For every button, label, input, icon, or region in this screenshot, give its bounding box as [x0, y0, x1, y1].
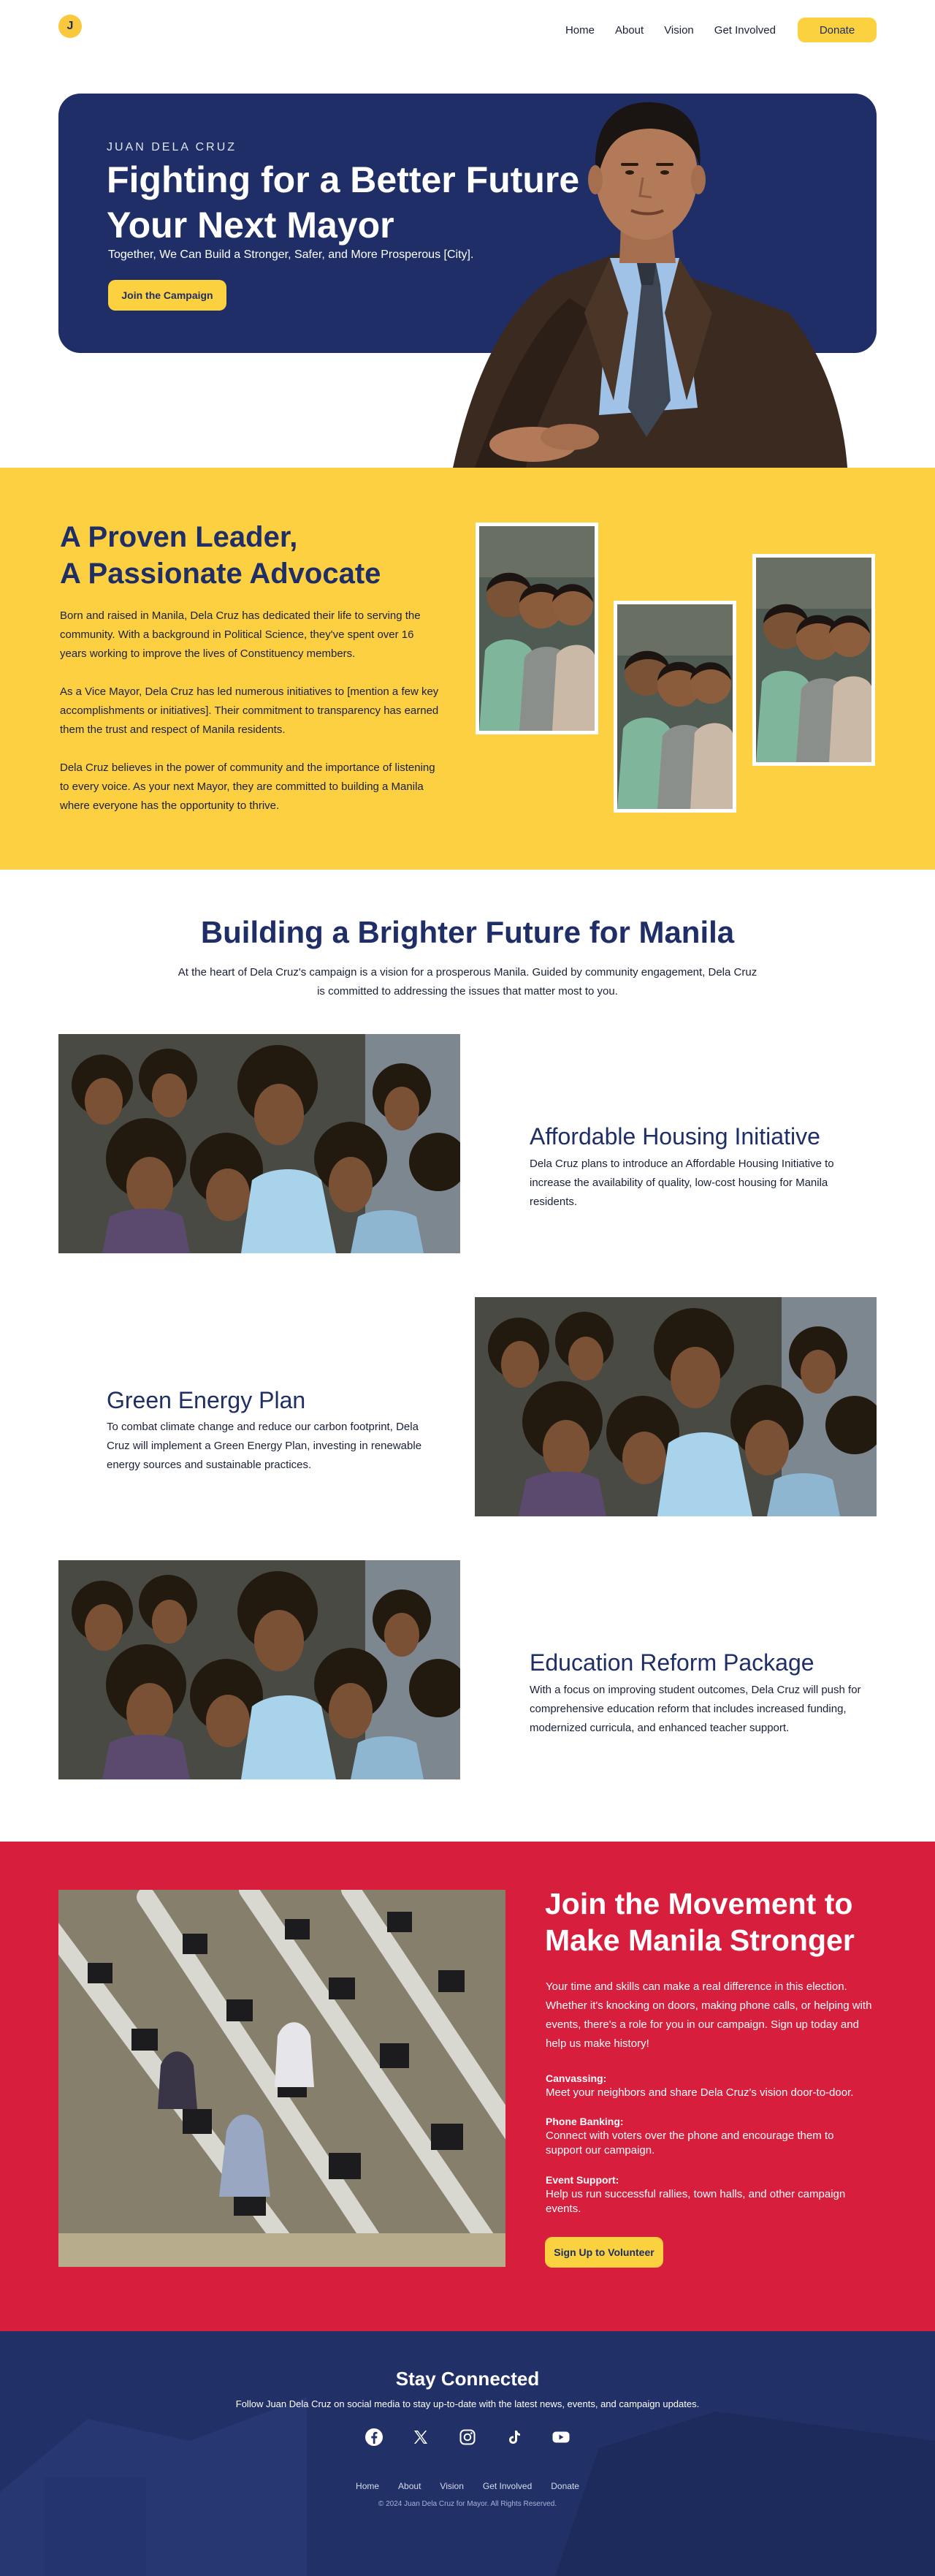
sign-up-volunteer-button[interactable]: Sign Up to Volunteer [545, 2237, 663, 2268]
site-header: J Home About Vision Get Involved Donate [0, 0, 935, 58]
logo[interactable]: J [58, 15, 82, 38]
hero-section: JUAN DELA CRUZ Fighting for a Better Fut… [0, 58, 935, 468]
facebook-icon[interactable] [363, 2426, 385, 2448]
volunteer-intro: Your time and skills can make a real dif… [546, 1980, 872, 2050]
about-title-line2: A Passionate Advocate [60, 558, 381, 590]
tiktok-icon[interactable] [503, 2426, 525, 2448]
footer-link-vision[interactable]: Vision [440, 2481, 463, 2491]
volunteer-role-canvassing: Canvassing: Meet your neighbors and shar… [546, 2071, 867, 2100]
volunteer-role-title: Event Support: [546, 2174, 619, 2186]
volunteer-role-text: Connect with voters over the phone and e… [546, 2129, 834, 2157]
about-photo-1 [476, 523, 598, 734]
x-icon[interactable] [410, 2426, 432, 2448]
volunteer-role-title: Phone Banking: [546, 2116, 624, 2127]
vision-image-housing [58, 1034, 460, 1253]
nav-link-get-involved[interactable]: Get Involved [714, 24, 776, 37]
footer-subtitle: Follow Juan Dela Cruz on social media to… [235, 2398, 700, 2409]
nav-link-about[interactable]: About [615, 24, 644, 37]
site-footer: Stay Connected Follow Juan Dela Cruz on … [0, 2331, 935, 2576]
volunteer-role-phone-banking: Phone Banking: Connect with voters over … [546, 2114, 867, 2158]
about-paragraph: As a Vice Mayor, Dela Cruz has led numer… [60, 685, 439, 736]
volunteer-role-event-support: Event Support: Help us run successful ra… [546, 2173, 867, 2216]
volunteer-role-text: Meet your neighbors and share Dela Cruz'… [546, 2086, 854, 2099]
about-title: A Proven Leader, A Passionate Advocate [60, 519, 381, 592]
about-paragraph: Born and raised in Manila, Dela Cruz has… [60, 609, 421, 660]
vision-item-title: Affordable Housing Initiative [530, 1123, 820, 1150]
youtube-icon[interactable] [550, 2426, 572, 2448]
instagram-icon[interactable] [457, 2426, 478, 2448]
main-nav: Home About Vision Get Involved Donate [565, 18, 877, 42]
vision-section: Building a Brighter Future for Manila At… [0, 870, 935, 1842]
vision-image-education [58, 1560, 460, 1779]
candidate-portrait [453, 102, 847, 468]
about-photo-2 [614, 601, 736, 813]
footer-link-about[interactable]: About [398, 2481, 421, 2491]
vision-item-text: To combat climate change and reduce our … [107, 1421, 422, 1471]
hero-subtitle: Together, We Can Build a Stronger, Safer… [108, 248, 474, 261]
copyright: © 2024 Juan Dela Cruz for Mayor. All Rig… [378, 2500, 557, 2508]
about-title-line1: A Proven Leader, [60, 521, 298, 553]
footer-title: Stay Connected [395, 2368, 540, 2390]
social-links [0, 2426, 935, 2448]
hero-kicker: JUAN DELA CRUZ [107, 141, 237, 153]
vision-item-title: Green Energy Plan [107, 1387, 306, 1413]
footer-link-home[interactable]: Home [356, 2481, 379, 2491]
volunteer-role-text: Help us run successful rallies, town hal… [546, 2188, 846, 2215]
about-paragraph: Dela Cruz believes in the power of commu… [60, 761, 435, 812]
footer-link-get-involved[interactable]: Get Involved [483, 2481, 532, 2491]
about-photo-3 [752, 554, 875, 766]
vision-image-energy [475, 1297, 877, 1516]
volunteer-title: Join the Movement to Make Manila Stronge… [545, 1887, 855, 1958]
nav-link-vision[interactable]: Vision [664, 24, 694, 37]
nav-link-home[interactable]: Home [565, 24, 595, 37]
join-campaign-button[interactable]: Join the Campaign [108, 280, 226, 311]
donate-button[interactable]: Donate [798, 18, 877, 42]
volunteer-section: Join the Movement to Make Manila Stronge… [0, 1842, 935, 2331]
footer-nav: Home About Vision Get Involved Donate [0, 2481, 935, 2491]
vision-intro: At the heart of Dela Cruz's campaign is … [178, 966, 757, 998]
volunteer-role-title: Canvassing: [546, 2072, 607, 2084]
about-section: A Proven Leader, A Passionate Advocate B… [0, 468, 935, 870]
vision-item-title: Education Reform Package [530, 1649, 814, 1676]
vision-item-text: Dela Cruz plans to introduce an Affordab… [530, 1158, 834, 1208]
footer-link-donate[interactable]: Donate [551, 2481, 579, 2491]
vision-item-text: With a focus on improving student outcom… [530, 1684, 861, 1734]
vision-title: Building a Brighter Future for Manila [200, 915, 735, 949]
volunteer-image [58, 1890, 505, 2267]
